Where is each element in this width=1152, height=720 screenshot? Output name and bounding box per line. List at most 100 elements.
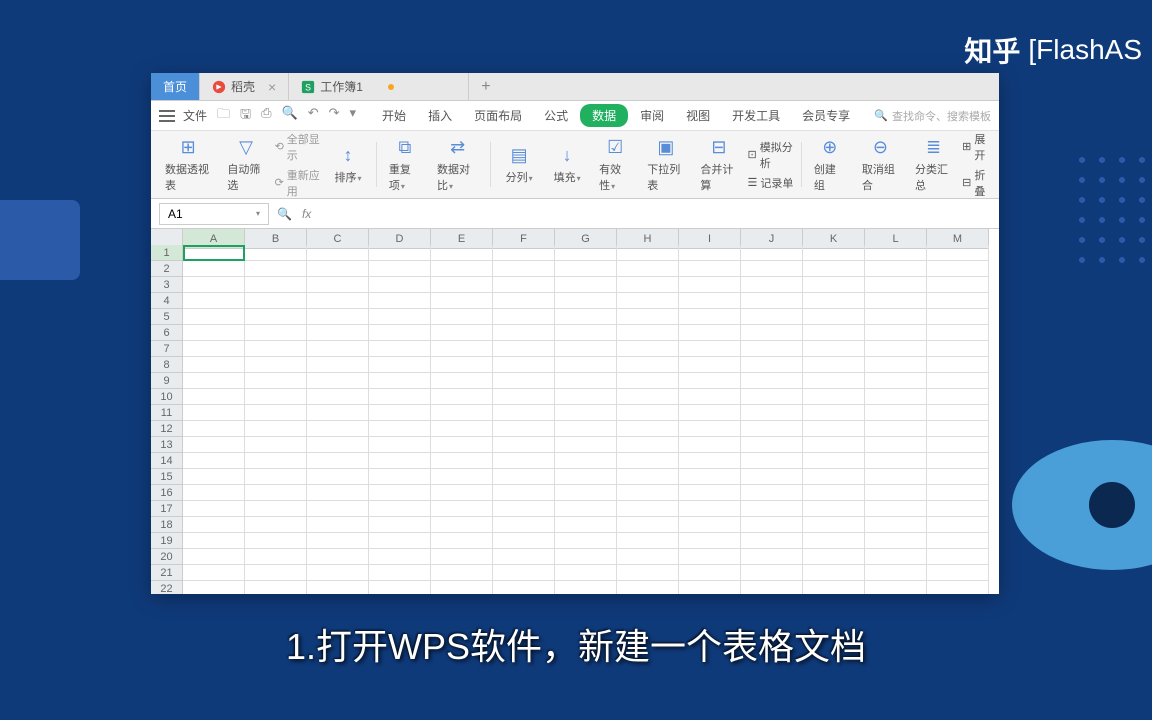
cell[interactable] [679, 357, 741, 373]
cell[interactable] [307, 245, 369, 261]
search-box[interactable]: 🔍 查找命令、搜索模板 [874, 108, 991, 124]
row-header[interactable]: 14 [151, 453, 183, 469]
cell[interactable] [617, 485, 679, 501]
cell[interactable] [431, 517, 493, 533]
cell[interactable] [617, 357, 679, 373]
cell[interactable] [803, 421, 865, 437]
cell[interactable] [431, 309, 493, 325]
cell[interactable] [307, 453, 369, 469]
group-button[interactable]: ⊕创建组 [808, 135, 852, 195]
menu-insert[interactable]: 插入 [418, 103, 462, 128]
name-box[interactable]: A1 ▾ [159, 203, 269, 225]
cell[interactable] [245, 437, 307, 453]
more-icon[interactable]: ▾ [350, 105, 357, 127]
cell[interactable] [183, 357, 245, 373]
undo-icon[interactable]: ↶ [308, 105, 319, 127]
cell[interactable] [369, 549, 431, 565]
cell[interactable] [803, 501, 865, 517]
cell[interactable] [431, 373, 493, 389]
cell[interactable] [741, 581, 803, 594]
open-icon[interactable]: 🗀 [217, 105, 230, 127]
cell[interactable] [369, 437, 431, 453]
cell[interactable] [183, 325, 245, 341]
spreadsheet-grid[interactable]: ABCDEFGHIJKLM123456789101112131415161718… [151, 229, 989, 594]
cell[interactable] [679, 261, 741, 277]
menu-dev-tools[interactable]: 开发工具 [722, 103, 790, 128]
cell[interactable] [803, 261, 865, 277]
collapse-button[interactable]: ⊟折叠 [962, 167, 991, 199]
cell[interactable] [865, 325, 927, 341]
cell[interactable] [431, 453, 493, 469]
search-fn-icon[interactable]: 🔍 [277, 207, 292, 221]
cell[interactable] [927, 277, 989, 293]
cell[interactable] [555, 549, 617, 565]
cell[interactable] [493, 565, 555, 581]
cell[interactable] [741, 341, 803, 357]
cell[interactable] [865, 309, 927, 325]
row-header[interactable]: 4 [151, 293, 183, 309]
expand-button[interactable]: ⊞展开 [962, 131, 991, 163]
cell[interactable] [245, 357, 307, 373]
close-icon[interactable]: × [268, 79, 276, 95]
validation-button[interactable]: ☑有效性 [593, 135, 637, 195]
cell[interactable] [555, 245, 617, 261]
cell[interactable] [741, 261, 803, 277]
cell[interactable] [617, 325, 679, 341]
cell[interactable] [431, 469, 493, 485]
tab-daoke[interactable]: 稻壳 × [200, 73, 289, 100]
cell[interactable] [617, 277, 679, 293]
menu-member[interactable]: 会员专享 [792, 103, 860, 128]
cell[interactable] [927, 501, 989, 517]
cell[interactable] [431, 581, 493, 594]
cell[interactable] [741, 245, 803, 261]
simulation-button[interactable]: ⊡模拟分析 [748, 139, 795, 171]
cell[interactable] [555, 517, 617, 533]
cell[interactable] [679, 437, 741, 453]
row-header[interactable]: 6 [151, 325, 183, 341]
cell[interactable] [431, 357, 493, 373]
cell[interactable] [183, 261, 245, 277]
cell[interactable] [307, 405, 369, 421]
cell[interactable] [617, 453, 679, 469]
cell[interactable] [369, 405, 431, 421]
cell[interactable] [369, 277, 431, 293]
cell[interactable] [369, 309, 431, 325]
new-tab-button[interactable]: + [469, 73, 502, 100]
cell[interactable] [865, 293, 927, 309]
subtotal-button[interactable]: ≣分类汇总 [909, 135, 958, 195]
cell[interactable] [803, 405, 865, 421]
cell[interactable] [183, 389, 245, 405]
cell[interactable] [183, 485, 245, 501]
cell[interactable] [431, 485, 493, 501]
cell[interactable] [245, 277, 307, 293]
split-button[interactable]: ▤分列 [497, 143, 541, 187]
save-icon[interactable]: 🖫 [240, 105, 251, 127]
cell[interactable] [183, 469, 245, 485]
cell[interactable] [865, 421, 927, 437]
cell[interactable] [307, 357, 369, 373]
cell[interactable] [369, 357, 431, 373]
row-header[interactable]: 16 [151, 485, 183, 501]
cell[interactable] [803, 565, 865, 581]
cell[interactable] [431, 245, 493, 261]
cell[interactable] [245, 309, 307, 325]
duplicates-button[interactable]: ⧉重复项 [383, 135, 427, 195]
menu-review[interactable]: 审阅 [630, 103, 674, 128]
file-menu[interactable]: 文件 [183, 107, 207, 124]
cell[interactable] [741, 565, 803, 581]
cell[interactable] [493, 357, 555, 373]
row-header[interactable]: 1 [151, 245, 183, 261]
cell[interactable] [493, 261, 555, 277]
cell[interactable] [679, 341, 741, 357]
cell[interactable] [183, 581, 245, 594]
cell[interactable] [183, 549, 245, 565]
row-header[interactable]: 9 [151, 373, 183, 389]
cell[interactable] [617, 309, 679, 325]
cell[interactable] [493, 517, 555, 533]
cell[interactable] [245, 341, 307, 357]
cell[interactable] [493, 405, 555, 421]
data-compare-button[interactable]: ⇄数据对比 [431, 135, 484, 195]
cell[interactable] [431, 533, 493, 549]
reapply-button[interactable]: ⟳重新应用 [275, 167, 322, 199]
cell[interactable] [431, 405, 493, 421]
